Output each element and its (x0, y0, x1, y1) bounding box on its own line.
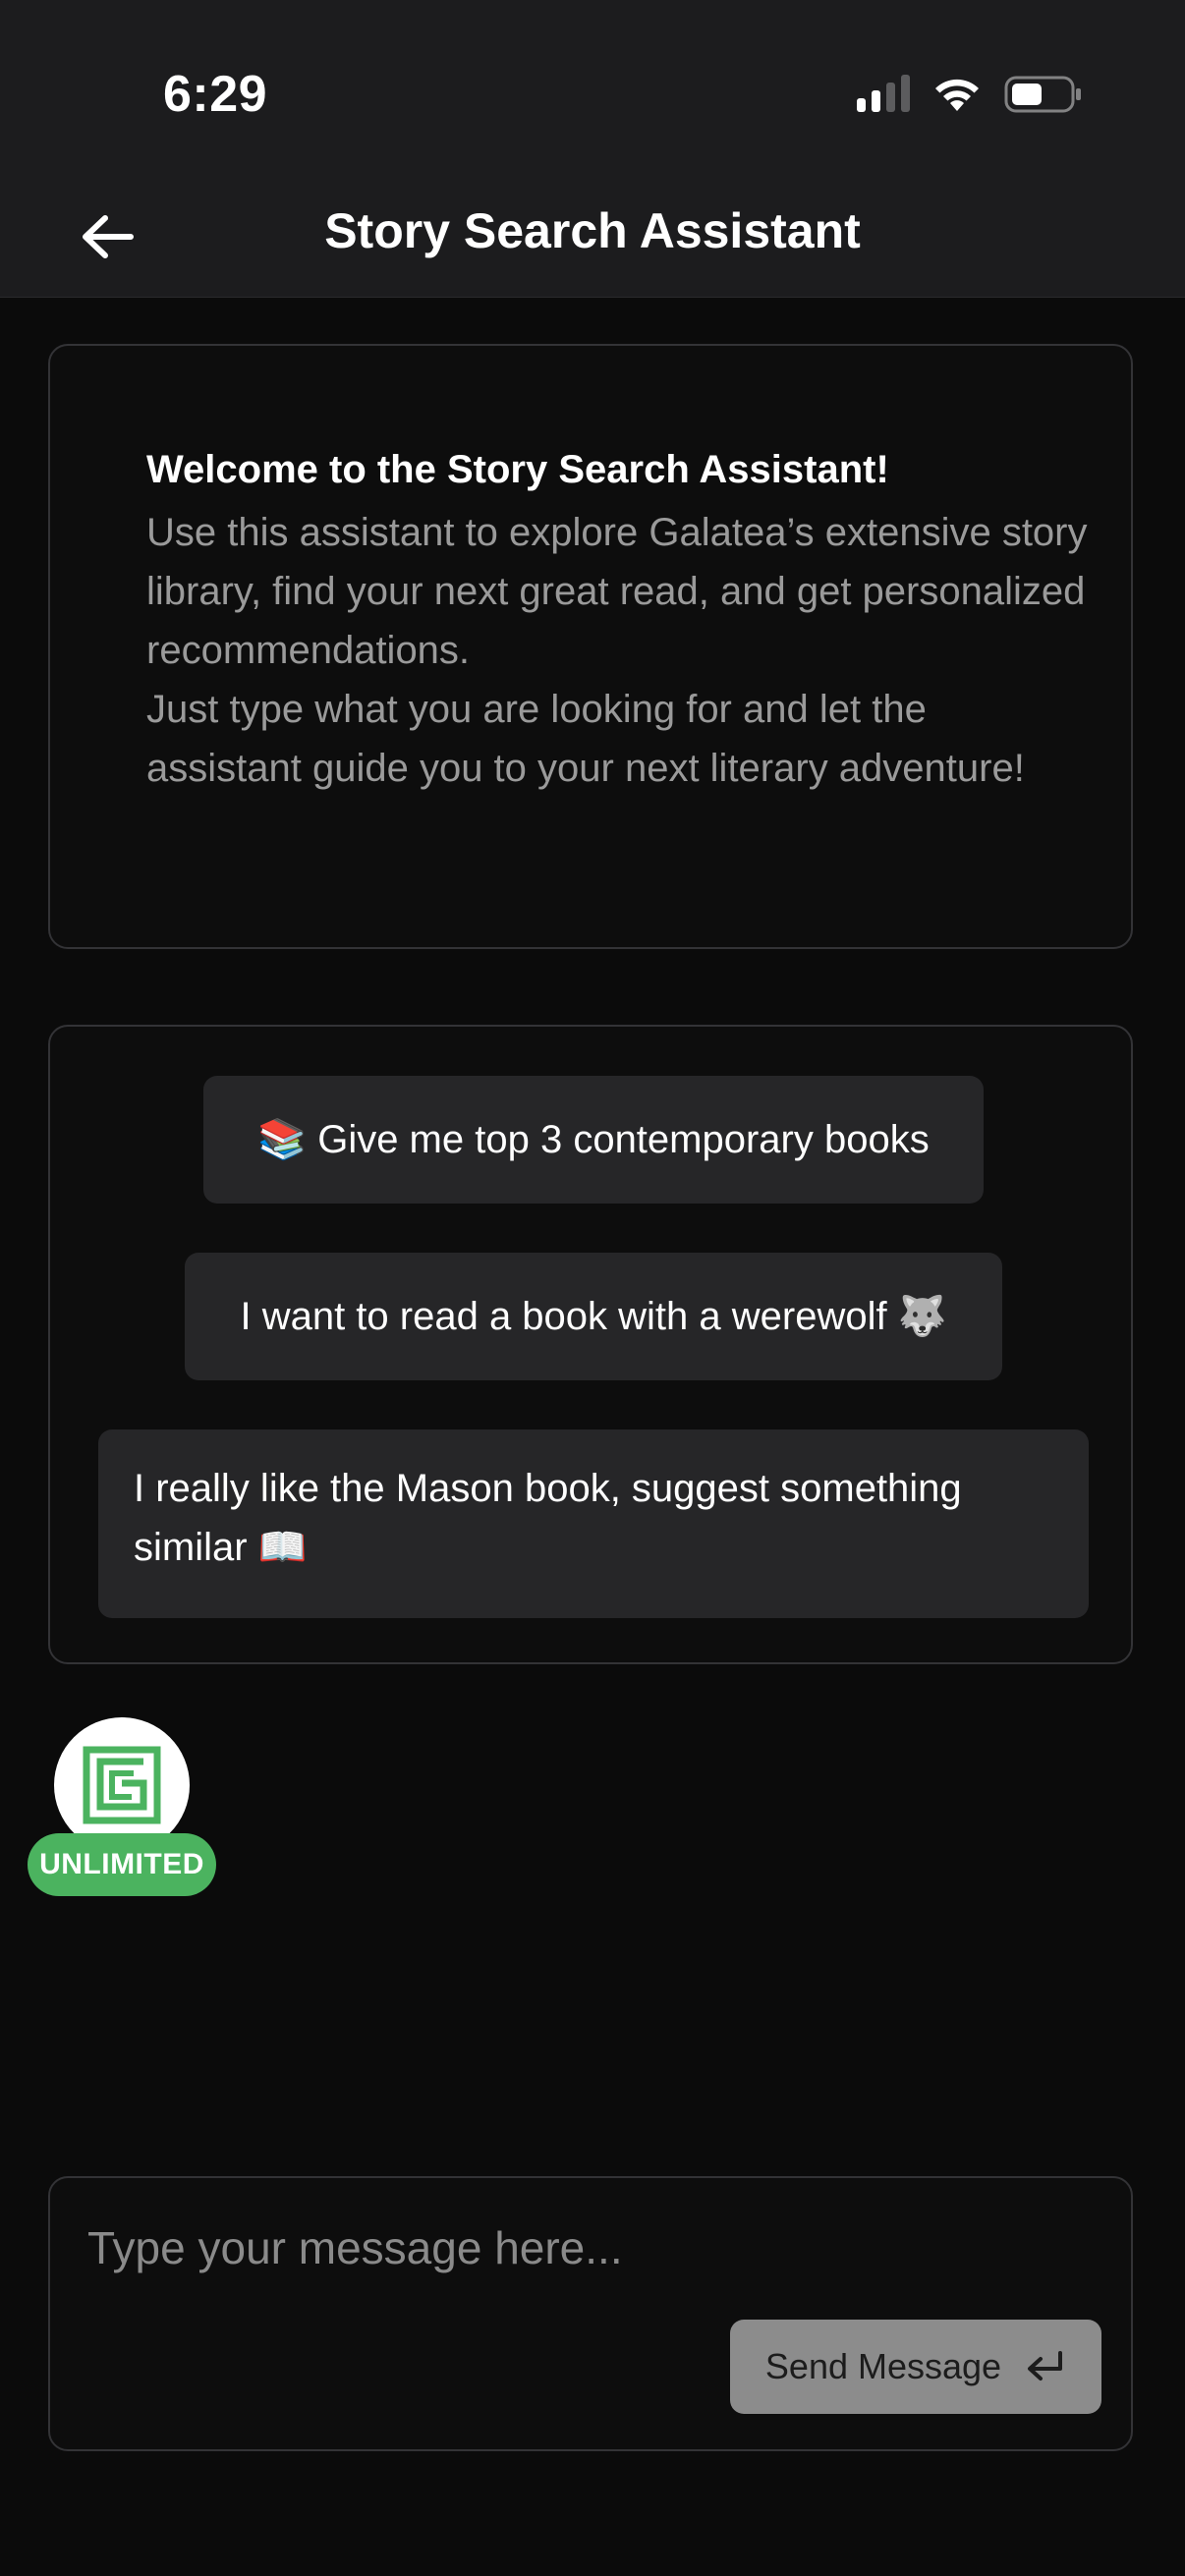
enter-return-icon (1028, 2351, 1063, 2380)
send-message-button[interactable]: Send Message (730, 2320, 1101, 2414)
suggestions-card: 📚 Give me top 3 contemporary books I wan… (48, 1025, 1133, 1664)
app-header: Story Search Assistant (0, 177, 1185, 298)
signal-icon (857, 75, 910, 112)
welcome-card: Welcome to the Story Search Assistant! U… (48, 344, 1133, 949)
suggestion-chip-label: I really like the Mason book, suggest so… (134, 1467, 962, 1569)
suggestion-chip-contemporary[interactable]: 📚 Give me top 3 contemporary books (203, 1076, 984, 1204)
message-composer: Send Message (48, 2176, 1133, 2451)
suggestion-chip-label: 📚 Give me top 3 contemporary books (257, 1118, 930, 1161)
welcome-body: Use this assistant to explore Galatea’s … (146, 511, 1088, 790)
status-bar: 6:29 (0, 0, 1185, 177)
page-title: Story Search Assistant (324, 203, 861, 258)
suggestion-chip-similar[interactable]: I really like the Mason book, suggest so… (98, 1429, 1089, 1618)
suggestion-chip-label: I want to read a book with a werewolf 🐺 (240, 1295, 947, 1338)
galatea-logo-icon (83, 1746, 161, 1824)
wifi-icon (935, 79, 979, 111)
message-input[interactable] (85, 2208, 1092, 2288)
suggestion-chip-werewolf[interactable]: I want to read a book with a werewolf 🐺 (185, 1253, 1002, 1380)
unlimited-badge: UNLIMITED (28, 1833, 216, 1896)
assistant-avatar-group: UNLIMITED (28, 1717, 218, 1900)
status-icons (857, 75, 1083, 114)
welcome-heading: Welcome to the Story Search Assistant! (146, 448, 889, 491)
status-time: 6:29 (163, 66, 268, 123)
send-message-label: Send Message (764, 2346, 1002, 2386)
battery-icon (1004, 76, 1081, 113)
